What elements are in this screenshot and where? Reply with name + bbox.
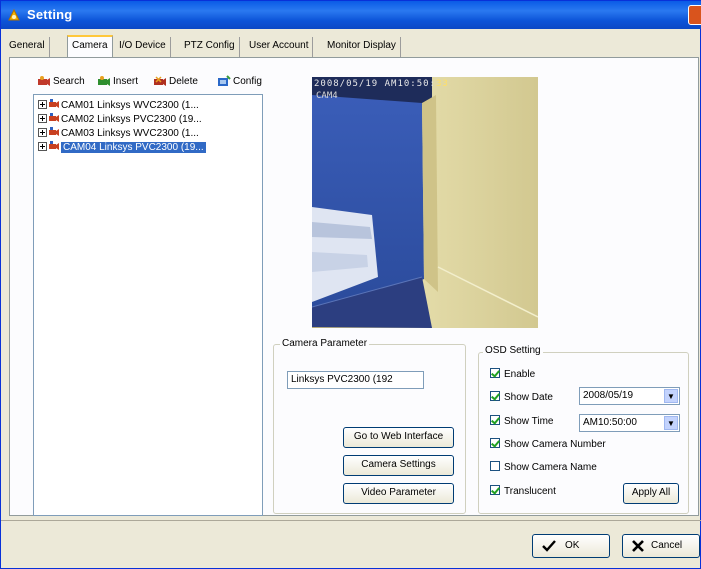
checkbox-checked-icon	[490, 391, 500, 401]
tab-ptz-config[interactable]: PTZ Config	[180, 37, 240, 57]
expand-toggle-icon[interactable]	[38, 142, 47, 151]
title-bar[interactable]: Setting	[1, 1, 701, 29]
camera-icon	[49, 113, 59, 122]
expand-toggle-icon[interactable]	[38, 114, 47, 123]
search-button[interactable]: Search	[37, 75, 85, 91]
checkbox-unchecked-icon	[490, 461, 500, 471]
tab-user-account[interactable]: User Account	[245, 37, 314, 57]
footer-divider	[1, 520, 701, 521]
apply-all-button[interactable]: Apply All	[623, 483, 679, 504]
camera-parameter-title: Camera Parameter	[280, 338, 370, 349]
go-to-web-interface-button[interactable]: Go to Web Interface	[343, 427, 454, 448]
window-title: Setting	[27, 7, 73, 22]
chevron-down-icon[interactable]: ▼	[664, 416, 678, 430]
cancel-button[interactable]: Cancel	[622, 534, 700, 558]
checkbox-checked-icon	[490, 415, 500, 425]
close-icon	[632, 540, 644, 552]
camera-preview: 2008/05/19 AM10:50:33 CAM4	[312, 77, 538, 328]
enable-checkbox[interactable]: Enable	[490, 368, 535, 381]
osd-setting-title: OSD Setting	[483, 345, 543, 356]
camera-settings-button[interactable]: Camera Settings	[343, 455, 454, 476]
tab-camera[interactable]: Camera	[67, 35, 113, 58]
insert-button[interactable]: Insert	[97, 75, 138, 91]
tab-general[interactable]: General	[5, 37, 50, 57]
expand-toggle-icon[interactable]	[38, 100, 47, 109]
show-camera-name-checkbox[interactable]: Show Camera Name	[490, 461, 597, 474]
camera-list-item[interactable]: CAM03 Linksys WVC2300 (1...	[38, 127, 199, 141]
checkbox-checked-icon	[490, 368, 500, 378]
show-time-checkbox[interactable]: Show Time	[490, 415, 553, 428]
preview-osd-timestamp: 2008/05/19 AM10:50:33	[314, 79, 449, 89]
tab-io-device[interactable]: I/O Device	[115, 37, 171, 57]
close-button[interactable]	[688, 5, 701, 25]
video-parameter-button[interactable]: Video Parameter	[343, 483, 454, 504]
device-name-field[interactable]: Linksys PVC2300 (192	[287, 371, 424, 389]
camera-list-item[interactable]: CAM02 Linksys PVC2300 (19...	[38, 113, 202, 127]
camera-preview-image	[312, 77, 538, 328]
show-camera-number-checkbox[interactable]: Show Camera Number	[490, 438, 606, 451]
show-date-checkbox[interactable]: Show Date	[490, 391, 553, 404]
chevron-down-icon[interactable]: ▼	[664, 389, 678, 403]
checkbox-checked-icon	[490, 485, 500, 495]
camera-list-item[interactable]: CAM01 Linksys WVC2300 (1...	[38, 99, 199, 113]
settings-window: Setting General Camera I/O Device PTZ Co…	[0, 0, 701, 569]
date-format-select[interactable]: 2008/05/19 ▼	[579, 387, 680, 405]
camera-list-item-selected[interactable]: CAM04 Linksys PVC2300 (19...	[38, 141, 206, 155]
config-icon	[218, 75, 231, 86]
checkmark-icon	[542, 540, 556, 552]
delete-camera-icon	[154, 76, 166, 86]
config-button[interactable]: Config	[217, 75, 262, 91]
camera-icon	[49, 127, 59, 136]
preview-osd-camera: CAM4	[316, 91, 338, 101]
camera-icon	[49, 141, 59, 150]
checkbox-checked-icon	[490, 438, 500, 448]
delete-button[interactable]: Delete	[153, 75, 198, 91]
app-icon	[8, 8, 20, 21]
expand-toggle-icon[interactable]	[38, 128, 47, 137]
ok-button[interactable]: OK	[532, 534, 610, 558]
tab-monitor-display[interactable]: Monitor Display	[323, 37, 401, 57]
time-format-select[interactable]: AM10:50:00 ▼	[579, 414, 680, 432]
translucent-checkbox[interactable]: Translucent	[490, 485, 556, 498]
camera-tree[interactable]: CAM01 Linksys WVC2300 (1... CAM02 Linksy…	[33, 94, 263, 516]
search-camera-icon	[38, 76, 50, 86]
camera-icon	[49, 99, 59, 108]
insert-camera-icon	[98, 76, 110, 86]
